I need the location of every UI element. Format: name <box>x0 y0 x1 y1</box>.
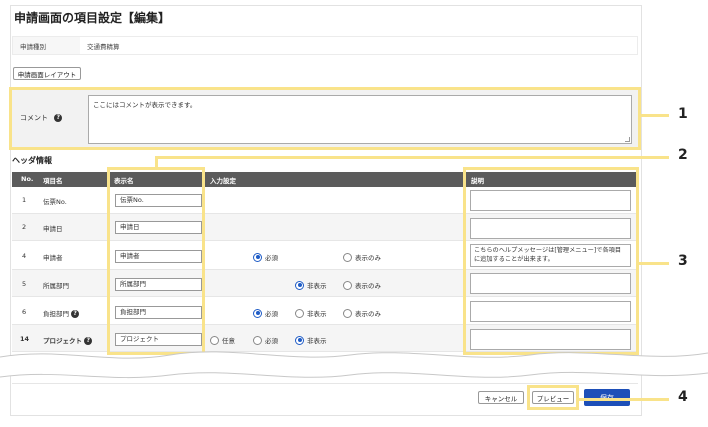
row-no: 2 <box>22 223 27 231</box>
radio-hidden[interactable]: 非表示 <box>295 280 327 290</box>
callout-line-2 <box>156 156 669 159</box>
highlight-box-3 <box>463 167 639 355</box>
row-no: 1 <box>22 196 27 204</box>
radio-off-icon[interactable] <box>210 335 219 345</box>
row-item: 申請日 <box>43 225 63 233</box>
request-type-value-box <box>80 37 637 54</box>
header-info-title: ヘッダ情報 <box>12 156 52 165</box>
radio-off-icon[interactable] <box>295 308 304 318</box>
page-title: 申請画面の項目設定【編集】 <box>14 11 171 25</box>
callout-line-3 <box>639 262 669 265</box>
radio-on-icon[interactable] <box>253 252 262 262</box>
radio-off-icon[interactable] <box>343 280 352 290</box>
radio-on-icon[interactable] <box>253 308 262 318</box>
radio-hidden[interactable]: 非表示 <box>295 335 327 345</box>
col-item: 項目名 <box>43 177 63 185</box>
row-item: プロジェクト <box>43 337 82 345</box>
callout-number-1: 1 <box>678 106 688 122</box>
radio-required[interactable]: 必須 <box>253 252 278 262</box>
help-icon[interactable]: ? <box>71 310 80 318</box>
radio-display-only[interactable]: 表示のみ <box>343 252 381 262</box>
highlight-box-1 <box>9 87 641 150</box>
help-icon[interactable]: ? <box>84 337 93 345</box>
request-type-label: 申請種別 <box>20 43 46 51</box>
callout-line-2-drop <box>155 156 158 168</box>
row-no: 5 <box>22 280 27 288</box>
radio-off-icon[interactable] <box>343 308 352 318</box>
row-no: 4 <box>22 252 27 260</box>
cancel-button[interactable]: キャンセル <box>478 391 524 404</box>
row-no: 6 <box>22 308 27 316</box>
callout-number-3: 3 <box>678 253 688 269</box>
radio-on-icon[interactable] <box>295 335 304 345</box>
radio-required[interactable]: 必須 <box>253 335 278 345</box>
radio-on-icon[interactable] <box>295 280 304 290</box>
torn-edge-divider <box>0 351 708 379</box>
radio-display-only[interactable]: 表示のみ <box>343 280 381 290</box>
row-item: 所属部門 <box>43 282 69 290</box>
row-item: 負担部門 <box>43 310 69 318</box>
row-item: 申請者 <box>43 254 63 262</box>
radio-hidden[interactable]: 非表示 <box>295 308 327 318</box>
request-type-value: 交通費精算 <box>87 43 120 51</box>
row-item: 伝票No. <box>43 198 67 206</box>
layout-button[interactable]: 申請画面レイアウト <box>13 67 81 80</box>
callout-number-4: 4 <box>678 389 688 405</box>
radio-off-icon[interactable] <box>343 252 352 262</box>
radio-optional[interactable]: 任意 <box>210 335 235 345</box>
radio-required[interactable]: 必須 <box>253 308 278 318</box>
row-no: 14 <box>20 335 30 343</box>
radio-off-icon[interactable] <box>253 335 262 345</box>
row-item-wrap: 負担部門 ? <box>43 308 80 318</box>
callout-line-1 <box>641 114 669 117</box>
highlight-box-2 <box>107 167 205 355</box>
callout-line-4 <box>578 398 669 401</box>
row-item-wrap: プロジェクト ? <box>43 335 93 345</box>
col-no: No. <box>21 175 34 183</box>
col-input: 入力設定 <box>210 177 236 185</box>
highlight-box-4 <box>527 385 579 410</box>
callout-number-2: 2 <box>678 147 688 163</box>
radio-display-only[interactable]: 表示のみ <box>343 308 381 318</box>
